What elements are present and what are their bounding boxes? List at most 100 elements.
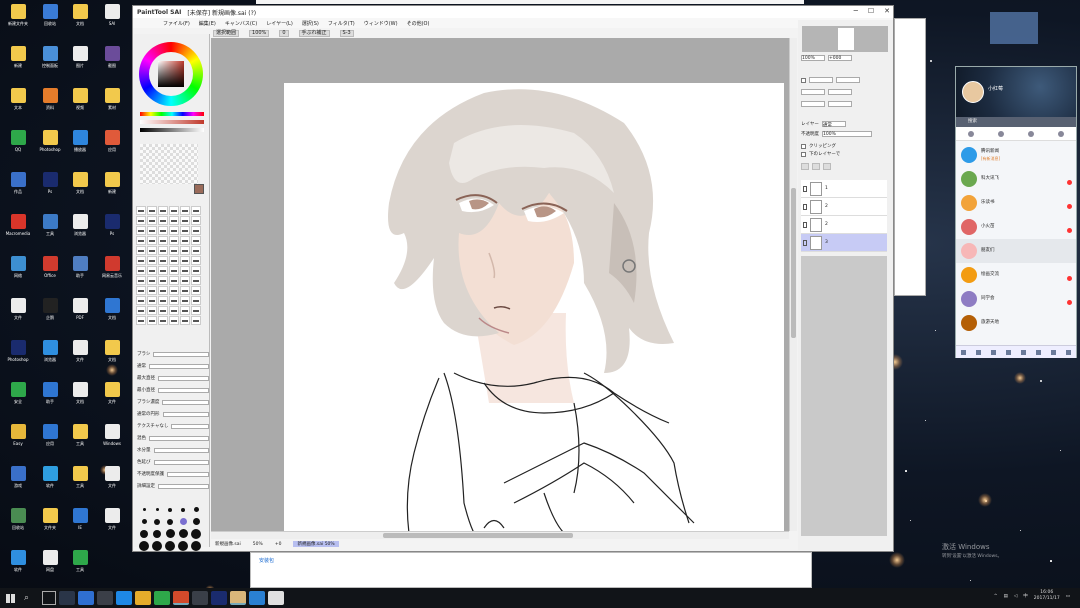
brush-property-slider[interactable]	[149, 435, 209, 441]
desktop-icon[interactable]: Photoshop	[34, 130, 66, 160]
brush-tool-slot[interactable]	[147, 256, 157, 265]
hue-slider[interactable]	[140, 112, 204, 116]
background-window-right[interactable]	[894, 18, 926, 296]
desktop-icon[interactable]: 文件	[96, 508, 128, 538]
brush-tool-slot[interactable]	[147, 226, 157, 235]
brush-property-slider[interactable]	[158, 387, 209, 393]
color-saturation-square[interactable]	[158, 61, 184, 87]
brush-tool-slot[interactable]	[158, 316, 168, 325]
brush-tool-slot[interactable]	[136, 276, 146, 285]
layer-row[interactable]: 3	[801, 234, 887, 252]
desktop-icon[interactable]: 安全	[2, 382, 34, 412]
brush-tool-slot[interactable]	[147, 266, 157, 275]
list-item[interactable]: 绘画交流	[956, 263, 1076, 287]
maximize-icon[interactable]: ☐	[868, 7, 874, 15]
clock[interactable]: 16:06 2017/11/17	[1034, 590, 1060, 602]
brush-tool-slot[interactable]	[136, 206, 146, 215]
desktop-icon[interactable]: QQ	[2, 130, 34, 160]
desktop-icon[interactable]: Photoshop	[2, 340, 34, 370]
brush-tool-slot[interactable]	[169, 316, 179, 325]
list-item[interactable]: 小火苗	[956, 215, 1076, 239]
desktop-icon[interactable]: 文档	[64, 4, 96, 34]
settings-icon[interactable]	[1021, 349, 1026, 355]
toolbar-item[interactable]: 選択範囲	[213, 30, 240, 37]
menu-item[interactable]: キャンバス(C)	[225, 20, 257, 27]
brush-tool-slot[interactable]	[136, 266, 146, 275]
brush-tool-slot[interactable]	[169, 256, 179, 265]
brush-tool-slot[interactable]	[180, 316, 190, 325]
brush-tool-slot[interactable]	[191, 286, 201, 295]
menu-icon[interactable]	[961, 349, 966, 355]
desktop-icon[interactable]: 助手	[34, 382, 66, 412]
more-icon[interactable]	[1066, 349, 1071, 355]
desktop-icon[interactable]: 网络	[2, 256, 34, 286]
visibility-icon[interactable]	[803, 203, 807, 210]
desktop-icon[interactable]: 播放器	[64, 130, 96, 160]
status-selected-doc[interactable]: 新規画像.sai 50%	[293, 541, 339, 547]
desktop-icon[interactable]: 视频	[64, 88, 96, 118]
brush-tool-slot[interactable]	[158, 276, 168, 285]
desktop-icon[interactable]: 软件	[34, 466, 66, 496]
list-item[interactable]: 同学会	[956, 287, 1076, 311]
group-tab-icon[interactable]	[1058, 130, 1064, 137]
brush-tool-slot[interactable]	[180, 226, 190, 235]
brush-tool-slot[interactable]	[180, 256, 190, 265]
brush-size-preset[interactable]	[138, 504, 150, 515]
mail-icon[interactable]	[1006, 349, 1011, 355]
brush-property-slider[interactable]	[158, 483, 209, 489]
vertical-scroll-thumb[interactable]	[791, 188, 796, 338]
brush-tool-slot[interactable]	[147, 276, 157, 285]
menu-item[interactable]: レイヤー(L)	[266, 20, 293, 27]
toolbar-item[interactable]: 0	[279, 30, 289, 37]
brush-tool-slot[interactable]	[158, 296, 168, 305]
desktop-icon[interactable]: Ps	[34, 172, 66, 202]
brush-tool-slot[interactable]	[136, 236, 146, 245]
brush-tool-slot[interactable]	[158, 216, 168, 225]
taskbar-app-icon[interactable]	[230, 591, 246, 605]
visibility-icon[interactable]	[803, 239, 807, 246]
desktop-icon[interactable]: Macromedia	[2, 214, 34, 244]
desktop-icon[interactable]: 游戏	[2, 466, 34, 496]
brush-tool-slot[interactable]	[180, 206, 190, 215]
brush-tool-slot[interactable]	[158, 246, 168, 255]
brush-property-slider[interactable]	[153, 459, 209, 465]
list-item[interactable]: 旅游天地	[956, 311, 1076, 335]
brush-tool-slot[interactable]	[169, 216, 179, 225]
brush-tool-slot[interactable]	[191, 306, 201, 315]
brush-tool-slot[interactable]	[169, 276, 179, 285]
brush-property-slider[interactable]	[149, 363, 209, 369]
color-swatches[interactable]	[140, 144, 198, 184]
brush-size-preset[interactable]	[138, 516, 150, 527]
layer-row[interactable]: 1	[801, 180, 887, 198]
brush-tool-slot[interactable]	[180, 216, 190, 225]
chat-tab-icon[interactable]	[968, 130, 974, 137]
star-tab-icon[interactable]	[1028, 130, 1034, 137]
brush-tool-slot[interactable]	[191, 276, 201, 285]
layer-row[interactable]: 2	[801, 198, 887, 216]
desktop-icon[interactable]: 回收站	[2, 508, 34, 538]
brush-size-preset[interactable]	[190, 540, 202, 551]
drawing-canvas[interactable]	[284, 83, 784, 531]
taskbar-app-icon[interactable]	[78, 591, 94, 605]
brush-tool-slot[interactable]	[169, 236, 179, 245]
brush-size-preset[interactable]	[177, 528, 189, 539]
shop-icon[interactable]	[1051, 349, 1056, 355]
desktop-icon[interactable]: 作品	[2, 172, 34, 202]
toolbar-item[interactable]: S-3	[339, 30, 354, 37]
desktop-icon[interactable]: 新建	[2, 46, 34, 76]
nav-angle-field[interactable]: +000	[828, 55, 852, 61]
blend-mode-select[interactable]: 通常	[821, 121, 846, 128]
brush-tool-slot[interactable]	[158, 226, 168, 235]
brush-property-slider[interactable]	[153, 447, 209, 453]
current-color-swatch[interactable]	[194, 184, 204, 194]
minimize-icon[interactable]: ─	[854, 7, 858, 15]
menu-item[interactable]: ウィンドウ(W)	[364, 20, 398, 27]
brush-property-slider[interactable]	[162, 399, 209, 405]
brush-size-preset[interactable]	[177, 516, 189, 527]
brush-tool-slot[interactable]	[147, 296, 157, 305]
brush-tool-slot[interactable]	[180, 236, 190, 245]
layer-row[interactable]: 2	[801, 216, 887, 234]
desktop-icon[interactable]: 工具	[34, 214, 66, 244]
desktop-icon[interactable]: 控制面板	[34, 46, 66, 76]
taskbar-app-icon[interactable]	[59, 591, 75, 605]
